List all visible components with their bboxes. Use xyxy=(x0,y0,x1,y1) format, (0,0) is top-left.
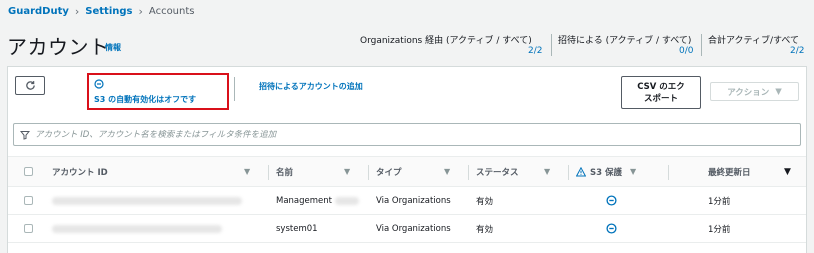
stat-invite-label: 招待による (アクティブ / すべて) xyxy=(558,36,692,46)
chevron-right-icon: › xyxy=(138,5,143,18)
row-checkbox[interactable] xyxy=(24,224,33,233)
stat-divider xyxy=(701,34,702,56)
header-type[interactable]: タイプ xyxy=(376,157,402,186)
chevron-right-icon: › xyxy=(74,5,80,18)
actions-label: アクション xyxy=(727,87,770,98)
table-header: アカウント ID ▼ 名前 ▼ タイプ ▼ ステータス ▼ S3 保護 ▼ 最終… xyxy=(8,156,806,187)
header-name[interactable]: 名前 xyxy=(276,157,293,186)
select-all-checkbox[interactable] xyxy=(24,167,33,176)
stat-org-label: Organizations 経由 (アクティブ / すべて) xyxy=(360,36,532,46)
table-row[interactable]: system01 Via Organizations 有効 1分前 xyxy=(8,215,806,243)
header-s3-label: S3 保護 xyxy=(590,167,622,178)
stat-org-value: 2/2 xyxy=(528,46,543,56)
caret-down-icon: ▼ xyxy=(775,86,782,97)
row-checkbox[interactable] xyxy=(24,196,33,205)
sort-icon[interactable]: ▼ xyxy=(344,157,350,186)
account-status: 有効 xyxy=(476,196,494,207)
account-name: Management xyxy=(276,195,332,206)
page-title: アカウント xyxy=(7,35,110,59)
account-status: 有効 xyxy=(476,224,494,235)
stat-total-label: 合計アクティブ/すべて xyxy=(708,36,800,46)
sort-icon[interactable]: ▼ xyxy=(244,157,250,186)
refresh-button[interactable] xyxy=(15,76,45,95)
search-bar[interactable] xyxy=(13,123,801,146)
disabled-status-icon xyxy=(94,79,104,89)
accounts-table: アカウント ID ▼ 名前 ▼ タイプ ▼ ステータス ▼ S3 保護 ▼ 最終… xyxy=(8,156,806,243)
s3-auto-enable-link[interactable]: S3 の自動有効化はオフです xyxy=(94,94,196,105)
refresh-icon xyxy=(25,81,35,90)
header-account-id[interactable]: アカウント ID xyxy=(52,157,108,186)
account-id-redacted xyxy=(52,187,242,214)
info-link[interactable]: 情報 xyxy=(105,42,121,53)
breadcrumb-settings[interactable]: Settings xyxy=(85,6,132,17)
accounts-panel: S3 の自動有効化はオフです 招待によるアカウントの追加 CSV のエク スポー… xyxy=(7,66,807,253)
account-type: Via Organizations xyxy=(376,223,451,234)
disabled-status-icon xyxy=(606,195,617,206)
s3-protection-status xyxy=(606,215,617,242)
csv-export-label-2: スポート xyxy=(643,94,678,104)
filter-icon xyxy=(20,130,30,140)
breadcrumb-guardduty[interactable]: GuardDuty xyxy=(8,6,69,17)
sort-icon[interactable]: ▼ xyxy=(444,157,450,186)
header-last-updated[interactable]: 最終更新日 xyxy=(708,157,751,186)
search-input[interactable] xyxy=(35,129,735,140)
disabled-status-icon xyxy=(606,223,617,234)
stat-total-value: 2/2 xyxy=(790,46,805,56)
csv-export-label-1: CSV のエク xyxy=(637,82,685,92)
account-id-redacted xyxy=(52,215,222,242)
last-updated: 1分前 xyxy=(708,224,731,235)
actions-dropdown[interactable]: アクション ▼ xyxy=(710,82,799,101)
sort-desc-icon[interactable]: ▼ xyxy=(784,157,791,186)
table-row[interactable]: Management Via Organizations 有効 1分前 xyxy=(8,187,806,215)
s3-protection-status xyxy=(606,187,617,214)
csv-export-button[interactable]: CSV のエク スポート xyxy=(621,76,701,109)
sort-icon[interactable]: ▼ xyxy=(630,157,636,186)
warning-icon xyxy=(576,166,586,176)
account-name: system01 xyxy=(276,223,318,234)
toolbar-divider xyxy=(234,77,235,101)
stat-divider xyxy=(551,34,552,56)
last-updated: 1分前 xyxy=(708,196,731,207)
breadcrumb-current: Accounts xyxy=(148,6,195,17)
name-redacted xyxy=(335,187,359,214)
header-s3-protection[interactable]: S3 保護 xyxy=(576,157,622,186)
stat-invite-value: 0/0 xyxy=(679,46,694,56)
breadcrumb: GuardDuty › Settings › Accounts xyxy=(8,5,195,18)
account-type: Via Organizations xyxy=(376,195,451,206)
header-status[interactable]: ステータス xyxy=(476,157,519,186)
add-invited-account-link[interactable]: 招待によるアカウントの追加 xyxy=(259,81,363,92)
sort-icon[interactable]: ▼ xyxy=(544,157,550,186)
